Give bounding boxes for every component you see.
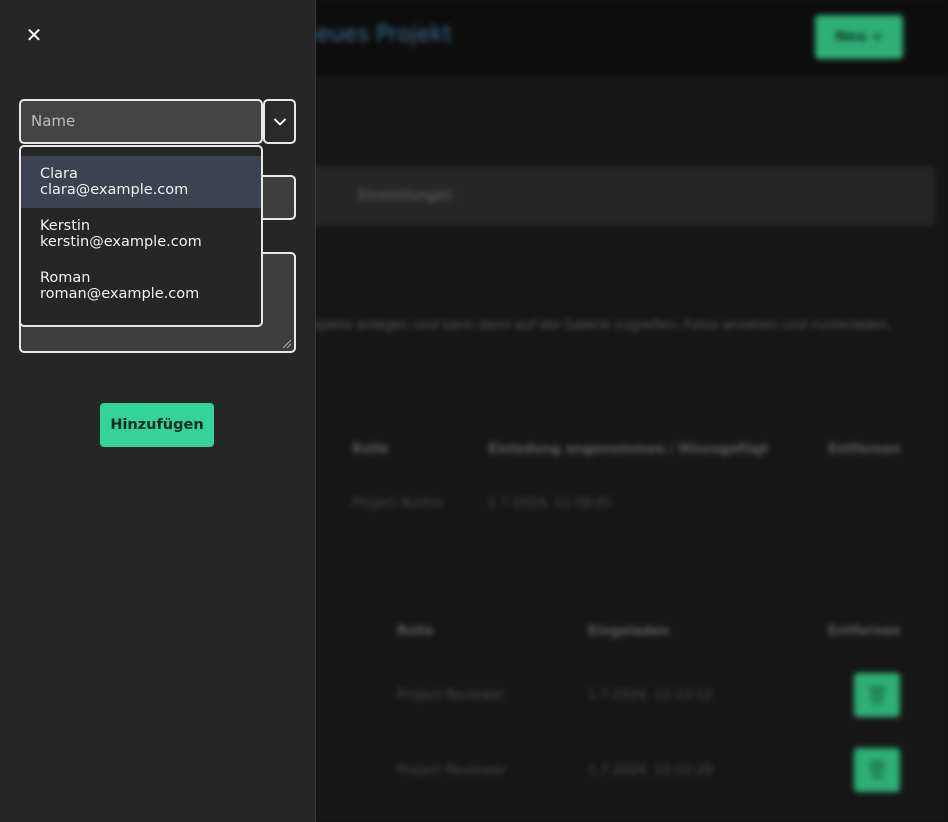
table2-header-remove: Entfernen (828, 624, 901, 639)
option-name: Clara (40, 166, 78, 182)
table1-cell-role: Project Author (352, 496, 445, 511)
tab-settings[interactable]: Einstellungen (358, 188, 453, 204)
new-button[interactable]: Neu + (815, 15, 903, 59)
dropdown-option-kerstin[interactable]: Kerstin kerstin@example.com (21, 208, 261, 260)
user-dropdown-list: Clara clara@example.com Kerstin kerstin@… (19, 145, 263, 327)
dropdown-toggle-button[interactable] (263, 99, 296, 144)
option-name: Kerstin (40, 218, 91, 234)
table2-header-role: Rolle (397, 624, 434, 639)
table1-cell-date: 1.7.2024, 11:58:01 (488, 496, 613, 511)
option-email: kerstin@example.com (40, 234, 202, 250)
table2-row2-date: 1.7.2024, 12:12:29 (588, 763, 713, 778)
page-description: Projekte anlegen und kann dann auf die G… (300, 318, 892, 333)
option-name: Roman (40, 270, 91, 286)
add-button[interactable]: Hinzufügen (100, 403, 214, 447)
table2-row1-date: 1.7.2024, 12:12:12 (588, 688, 713, 703)
dropdown-option-roman[interactable]: Roman roman@example.com (21, 260, 261, 312)
option-email: roman@example.com (40, 286, 200, 302)
table2-row1-role: Project Reviewer (397, 688, 506, 703)
dropdown-option-clara[interactable]: Clara clara@example.com (21, 156, 261, 208)
add-member-panel: ✕ Name Clara clara@example.com Kerstin k… (0, 0, 316, 822)
table2-row2-role: Project Reviewer (397, 763, 506, 778)
table1-header-role: Rolle (352, 442, 389, 457)
resize-handle[interactable] (283, 340, 291, 348)
page-title: Neues Projekt (300, 22, 452, 47)
option-email: clara@example.com (40, 182, 189, 198)
close-icon[interactable]: ✕ (22, 24, 46, 46)
table1-header-accepted: Einladung angenommen / Hinzugefügt (488, 442, 769, 457)
chevron-down-icon (273, 118, 286, 125)
trash-icon: 🗑 (865, 684, 889, 706)
table1-header-remove: Entfernen (828, 442, 901, 457)
table2-header-invited: Eingeladen (588, 624, 670, 639)
trash-icon: 🗑 (865, 759, 889, 781)
delete-button[interactable]: 🗑 (854, 673, 900, 717)
name-input[interactable]: Name (19, 99, 263, 144)
delete-button[interactable]: 🗑 (854, 748, 900, 792)
